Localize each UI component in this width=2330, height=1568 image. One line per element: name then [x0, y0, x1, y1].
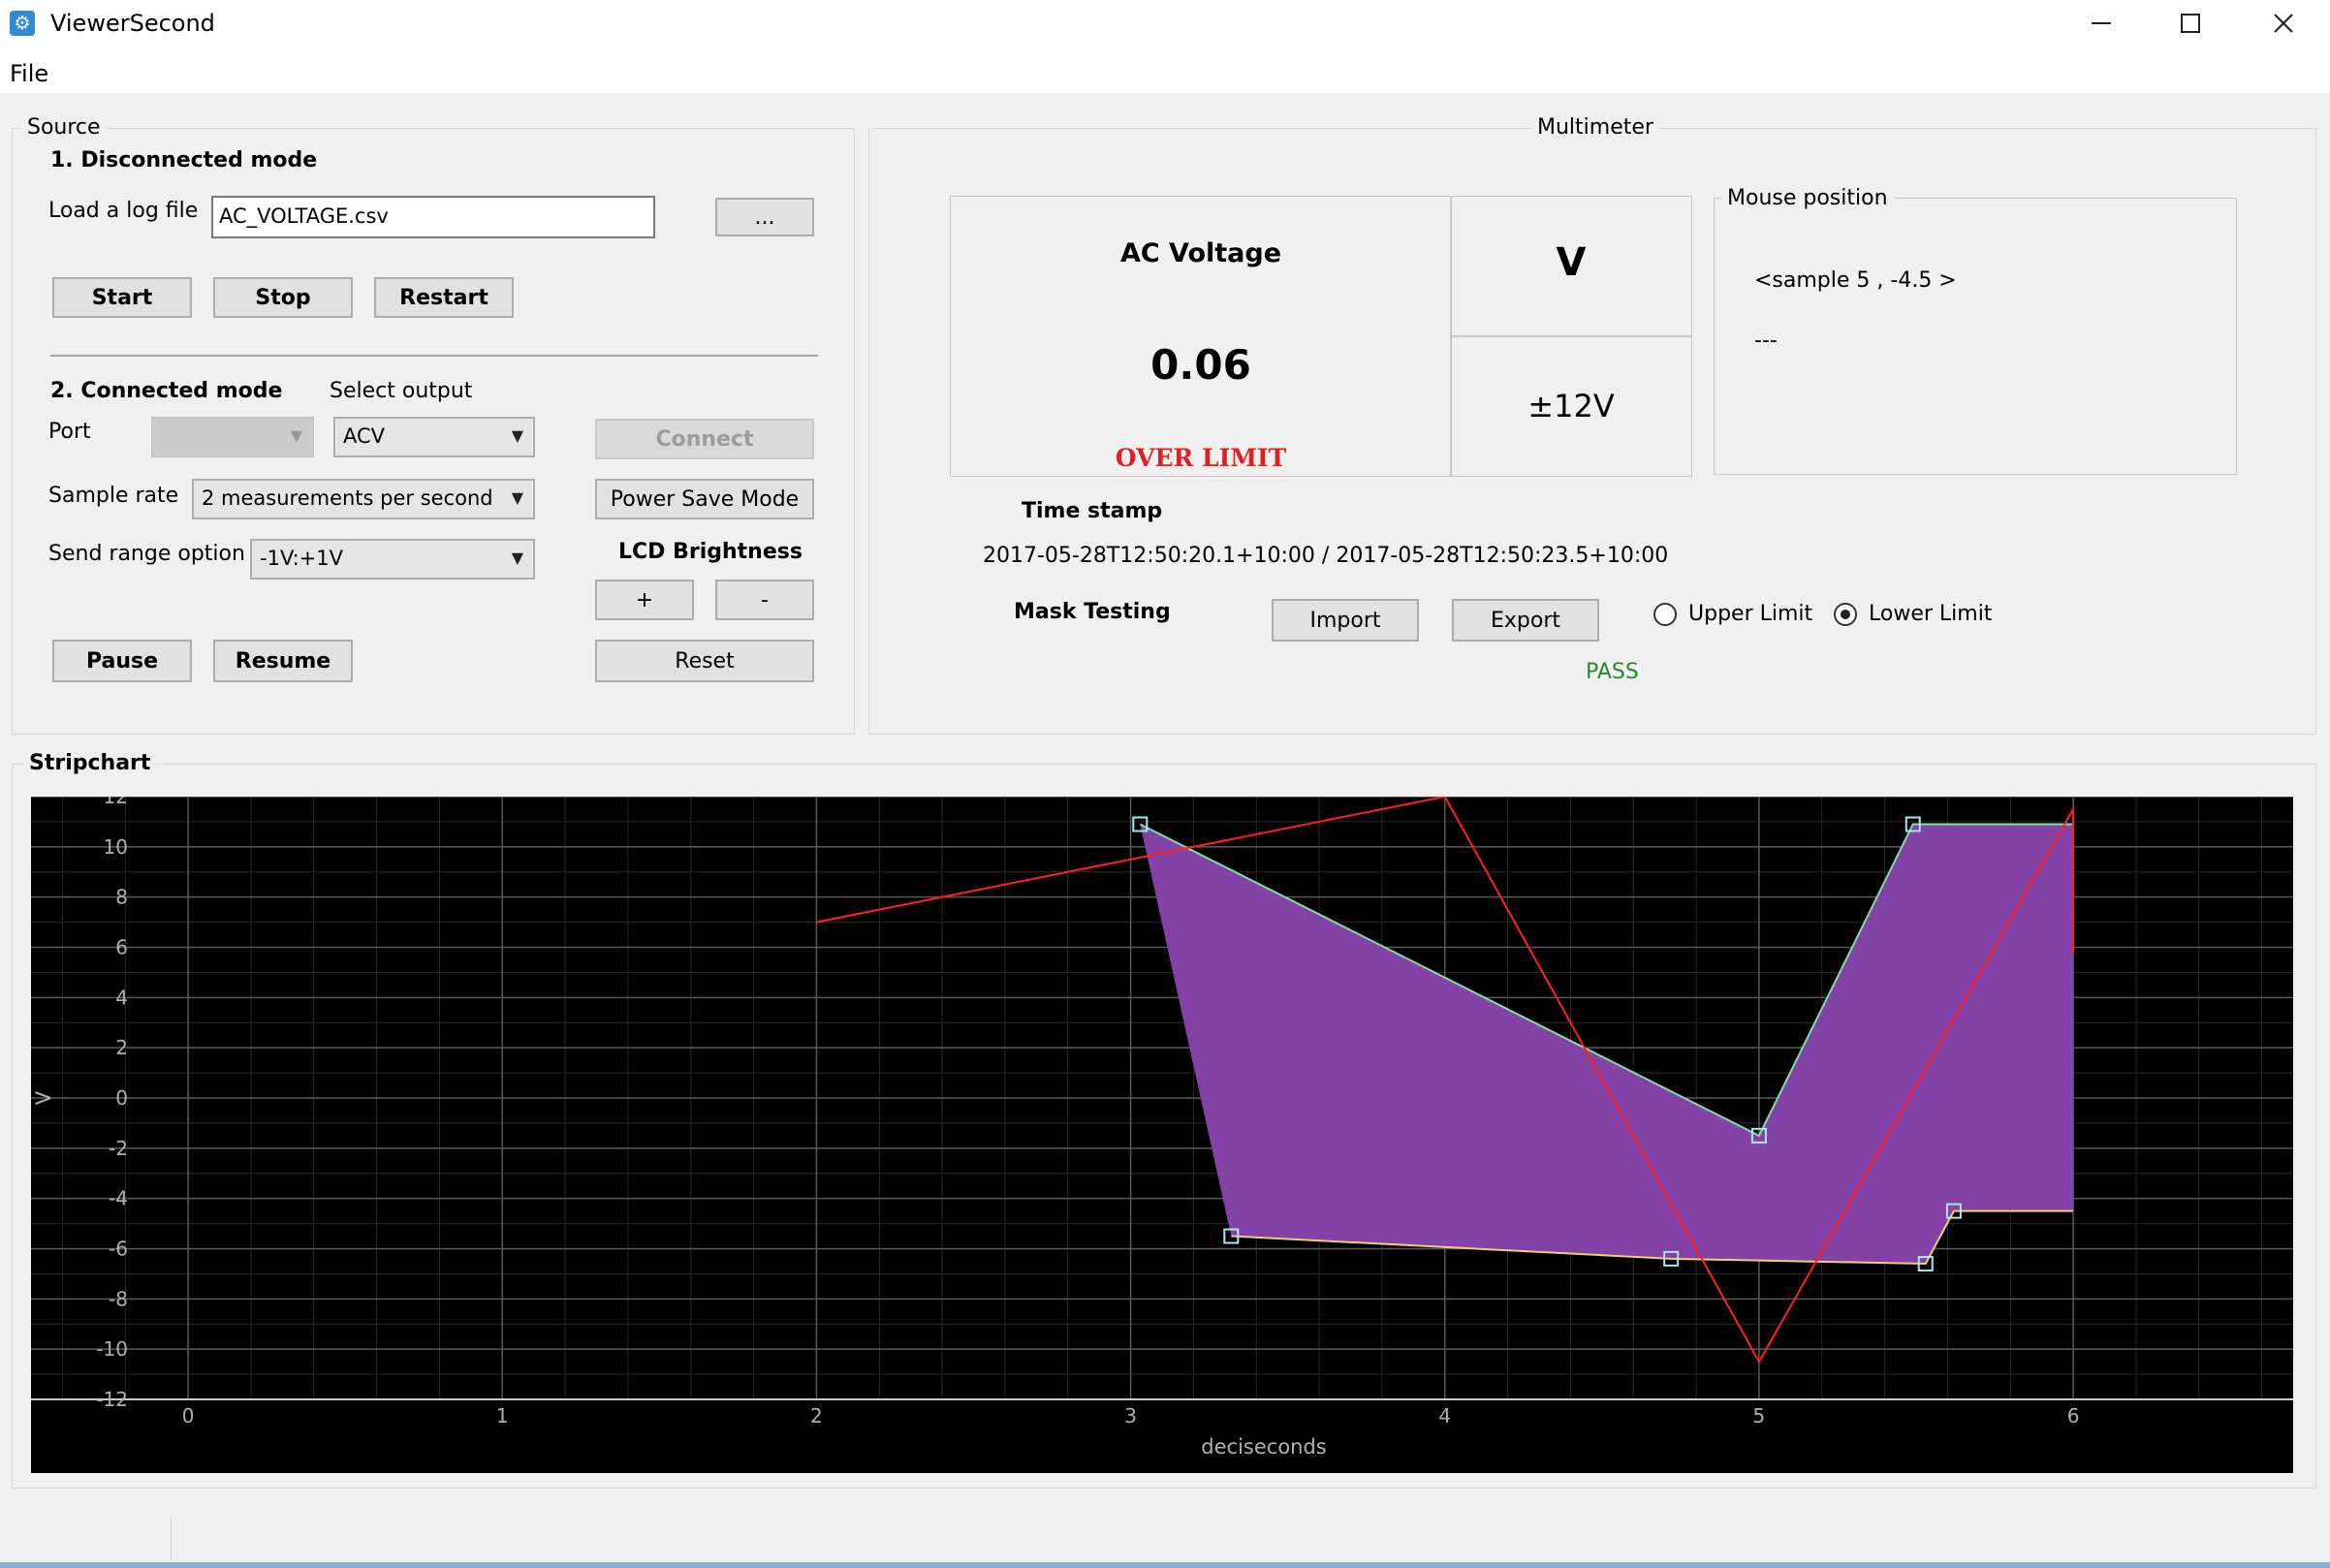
lcd-brightness-label: LCD Brightness — [618, 540, 803, 564]
stripchart-title: Stripchart — [23, 750, 157, 777]
reset-button[interactable]: Reset — [595, 640, 814, 682]
send-range-value: -1V:+1V — [260, 547, 343, 570]
y-tick-label: -2 — [109, 1137, 128, 1160]
chevron-down-icon: ▼ — [290, 426, 302, 445]
x-tick-label: 0 — [182, 1404, 195, 1427]
sample-rate-select[interactable]: 2 measurements per second ▼ — [192, 479, 535, 519]
y-tick-label: 8 — [115, 886, 128, 909]
radio-selected-dot — [1841, 610, 1850, 619]
mouse-position-group — [1714, 198, 2237, 475]
lower-limit-radio[interactable] — [1834, 603, 1857, 626]
output-value: ACV — [343, 424, 386, 448]
port-label: Port — [48, 420, 91, 444]
restart-button[interactable]: Restart — [374, 277, 514, 318]
chevron-down-icon: ▼ — [511, 426, 523, 445]
window-title: ViewerSecond — [50, 10, 215, 37]
brightness-plus-button[interactable]: + — [595, 580, 694, 620]
x-tick-label: 3 — [1124, 1404, 1137, 1427]
y-tick-label: -10 — [96, 1337, 128, 1361]
import-button[interactable]: Import — [1272, 599, 1419, 642]
y-tick-label: 0 — [115, 1086, 128, 1110]
stripchart-plot[interactable]: 0 1 2 3 4 5 6121086420-2-4-6-8-10-12decisecond… — [31, 797, 2293, 1473]
port-select[interactable]: ▼ — [151, 417, 314, 457]
stop-button[interactable]: Stop — [213, 277, 353, 318]
x-axis-title: deciseconds — [1201, 1435, 1326, 1458]
output-select[interactable]: ACV ▼ — [333, 417, 535, 457]
sample-rate-value: 2 measurements per second — [202, 486, 493, 510]
close-icon[interactable] — [2239, 0, 2328, 47]
mask-region — [1140, 824, 2074, 1265]
send-range-label: Send range option — [48, 542, 245, 566]
timestamp-label: Time stamp — [1022, 499, 1163, 523]
over-limit-status: OVER LIMIT — [1115, 444, 1287, 472]
power-save-button[interactable]: Power Save Mode — [595, 479, 814, 519]
menu-bar — [0, 48, 2330, 93]
reading-value: 0.06 — [1150, 341, 1251, 389]
source-group-title: Source — [21, 114, 107, 141]
pass-status: PASS — [1586, 660, 1639, 684]
load-log-label: Load a log file — [48, 199, 199, 223]
range-label: ±12V — [1527, 388, 1615, 424]
unit-label: V — [1556, 240, 1587, 285]
export-button[interactable]: Export — [1452, 599, 1599, 642]
timestamp-value: 2017-05-28T12:50:20.1+10:00 / 2017-05-28… — [983, 544, 1669, 568]
y-tick-label: -12 — [96, 1388, 128, 1411]
x-tick-label: 2 — [810, 1404, 823, 1427]
connect-button[interactable]: Connect — [595, 419, 814, 459]
start-button[interactable]: Start — [52, 277, 192, 318]
send-range-select[interactable]: -1V:+1V ▼ — [250, 539, 535, 580]
mouse-extra-value: --- — [1754, 329, 1778, 353]
select-output-label: Select output — [330, 379, 473, 403]
connected-heading: 2. Connected mode — [50, 379, 283, 403]
app-gear-icon: ⚙ — [10, 11, 35, 36]
window-bottom-edge — [0, 1562, 2330, 1568]
y-tick-label: 10 — [104, 835, 128, 859]
browse-button[interactable]: ... — [715, 198, 814, 236]
mouse-position-value: <sample 5 , -4.5 > — [1754, 268, 1957, 293]
lower-limit-label[interactable]: Lower Limit — [1869, 601, 1992, 628]
maximize-icon[interactable] — [2146, 0, 2235, 47]
log-file-input[interactable]: AC_VOLTAGE.csv — [211, 196, 655, 238]
y-tick-label: -6 — [109, 1238, 128, 1261]
mask-testing-label: Mask Testing — [1014, 600, 1171, 624]
y-axis-title: V — [32, 1090, 55, 1105]
y-tick-label: 12 — [104, 797, 128, 808]
chevron-down-icon: ▼ — [511, 549, 523, 567]
y-tick-label: 2 — [115, 1036, 128, 1059]
upper-limit-radio[interactable] — [1653, 603, 1677, 626]
status-bar-divider — [171, 1516, 172, 1560]
menu-file[interactable]: File — [10, 59, 48, 88]
mode-label: AC Voltage — [1119, 238, 1282, 268]
pause-button[interactable]: Pause — [52, 640, 192, 682]
y-tick-label: -4 — [109, 1187, 128, 1210]
section-divider — [50, 355, 818, 357]
x-tick-label: 5 — [1753, 1404, 1766, 1427]
upper-limit-label[interactable]: Upper Limit — [1688, 601, 1812, 628]
mouse-position-title: Mouse position — [1721, 185, 1894, 212]
title-bar — [0, 0, 2330, 48]
disconnected-heading: 1. Disconnected mode — [50, 148, 318, 172]
x-tick-label: 6 — [2067, 1404, 2080, 1427]
y-tick-label: -8 — [109, 1287, 128, 1310]
multimeter-group-title: Multimeter — [1531, 114, 1659, 141]
mask-layer — [1139, 823, 2074, 1266]
brightness-minus-button[interactable]: - — [715, 580, 814, 620]
status-bar — [0, 1512, 2330, 1568]
chevron-down-icon: ▼ — [511, 488, 523, 507]
x-tick-label: 1 — [496, 1404, 509, 1427]
sample-rate-label: Sample rate — [48, 484, 179, 508]
x-tick-label: 4 — [1438, 1404, 1451, 1427]
resume-button[interactable]: Resume — [213, 640, 353, 682]
minimize-icon[interactable] — [2057, 0, 2146, 47]
y-tick-label: 6 — [115, 936, 128, 959]
y-tick-label: 4 — [115, 986, 128, 1009]
